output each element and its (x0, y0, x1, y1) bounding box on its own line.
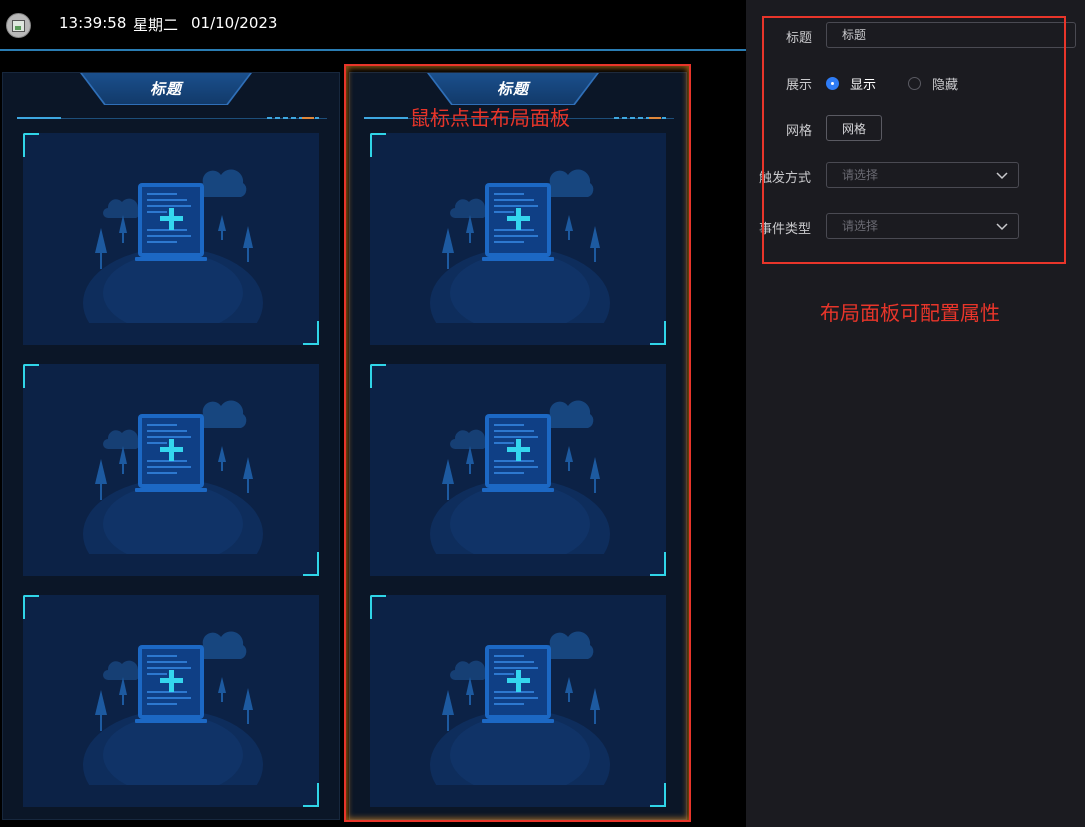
annotation-click-panel: 鼠标点击布局面板 (410, 106, 570, 130)
clock-date: 01/10/2023 (191, 14, 278, 32)
panel-title-tab: 标题 (82, 73, 250, 104)
clock-time: 13:39:58 (59, 14, 127, 32)
title-rule-accent (364, 117, 408, 119)
clock-weekday: 星期二 (133, 16, 179, 34)
grid-cell[interactable] (23, 133, 319, 345)
avatar[interactable] (6, 13, 31, 38)
corner-tl (23, 133, 39, 157)
config-highlight-box (762, 16, 1066, 264)
title-rule-orange (302, 117, 314, 119)
add-component-icon (430, 400, 610, 554)
corner-tl (23, 595, 39, 619)
corner-tl (370, 364, 386, 388)
corner-tl (370, 595, 386, 619)
corner-br (303, 552, 319, 576)
grid-cell[interactable] (370, 595, 666, 807)
corner-br (303, 783, 319, 807)
corner-br (303, 321, 319, 345)
add-component-icon (430, 169, 610, 323)
corner-tl (23, 364, 39, 388)
layout-panel-right[interactable]: 标题 (349, 72, 687, 820)
corner-br (650, 552, 666, 576)
corner-br (650, 783, 666, 807)
panel-title-tab: 标题 (429, 73, 597, 104)
corner-br (650, 321, 666, 345)
corner-tl (370, 133, 386, 157)
panel-title: 标题 (496, 80, 529, 98)
grid-cell[interactable] (370, 364, 666, 576)
add-component-icon (83, 631, 263, 785)
layout-panel-left[interactable]: 标题 (2, 72, 340, 820)
title-rule-accent (17, 117, 61, 119)
add-component-icon (430, 631, 610, 785)
add-component-icon (83, 169, 263, 323)
grid-cell[interactable] (23, 595, 319, 807)
grid-cell[interactable] (370, 133, 666, 345)
broken-image-icon (12, 19, 25, 32)
annotation-config: 布局面板可配置属性 (820, 301, 1000, 325)
add-component-icon (83, 400, 263, 554)
title-rule-orange (649, 117, 661, 119)
grid-cell[interactable] (23, 364, 319, 576)
top-bar: 13:39:58 星期二 01/10/2023 (0, 0, 746, 50)
panel-title: 标题 (149, 80, 182, 98)
